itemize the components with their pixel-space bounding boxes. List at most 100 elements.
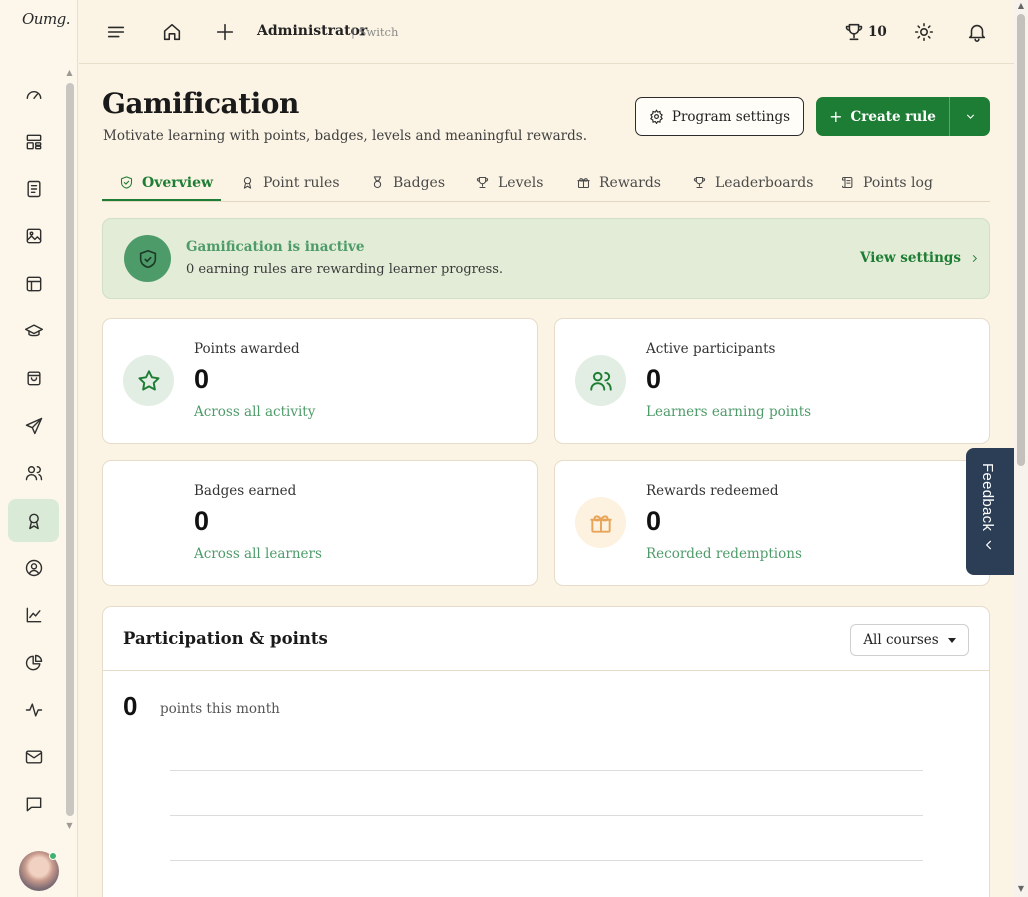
sidebar-item-templates[interactable] — [8, 262, 59, 305]
sidebar-item-activity[interactable] — [8, 688, 59, 731]
sidebar-scroll-thumb[interactable] — [66, 83, 74, 816]
scroll-down-arrow-icon[interactable]: ▼ — [1016, 884, 1026, 893]
menu-toggle-button[interactable] — [104, 20, 128, 44]
page-scroll-thumb[interactable] — [1017, 14, 1025, 466]
scroll-up-arrow-icon[interactable]: ▲ — [1016, 1, 1026, 10]
tab-overview[interactable]: Overview — [119, 163, 213, 202]
sidebar-item-content[interactable] — [8, 167, 59, 210]
sidebar-item-analytics[interactable] — [8, 593, 59, 636]
shield-check-icon — [139, 249, 156, 268]
medal-icon — [373, 176, 382, 189]
top-bar: Administrator | Switch 10 — [79, 0, 1014, 64]
dashboard-gauge-icon — [26, 90, 41, 99]
program-settings-label: Program settings — [671, 108, 791, 125]
tab-leaderboards[interactable]: Leaderboards — [692, 163, 813, 202]
trophy-count: 10 — [868, 24, 887, 40]
caret-down-icon — [947, 637, 956, 643]
courses-filter-value: All courses — [863, 632, 939, 648]
page-title: Gamification — [102, 87, 299, 120]
chat-icon — [26, 796, 41, 811]
gift-icon — [589, 514, 612, 533]
tab-points-log[interactable]: Points log — [840, 163, 933, 202]
trophy-button[interactable] — [842, 20, 866, 44]
stat-caption: Recorded redemptions — [646, 546, 802, 562]
award-icon — [28, 513, 39, 529]
tab-point-rules[interactable]: Point rules — [240, 163, 340, 202]
sidebar-item-campaigns[interactable] — [8, 404, 59, 447]
shopping-bag-icon — [26, 370, 41, 385]
graduation-cap-icon — [24, 323, 43, 336]
stat-icon-circle — [575, 355, 626, 406]
panel-header: Participation & points All courses — [103, 607, 989, 671]
create-rule-button[interactable]: + Create rule — [816, 97, 949, 136]
notifications-button[interactable] — [965, 20, 989, 44]
stat-icon-circle — [123, 355, 174, 406]
tab-label: Points log — [863, 174, 933, 191]
feedback-label: Feedback — [979, 463, 996, 532]
feedback-tab[interactable]: Feedback — [966, 448, 1014, 575]
sidebar-item-profile[interactable] — [8, 546, 59, 589]
courses-filter-select[interactable]: All courses — [850, 624, 969, 656]
sidebar-item-gamification[interactable] — [8, 499, 59, 542]
view-settings-link[interactable]: View settings — [860, 250, 980, 266]
tab-badges[interactable]: Badges — [370, 163, 445, 202]
sidebar: Oumg. ▲ ▼ — [0, 0, 78, 897]
users-icon — [25, 465, 42, 480]
stat-label: Points awarded — [194, 341, 300, 357]
stat-card-badges-earned: Badges earned 0 Across all learners — [102, 460, 538, 586]
theme-toggle-button[interactable] — [912, 20, 936, 44]
trophy-icon — [476, 176, 489, 189]
badge-icon — [123, 497, 174, 548]
tab-label: Leaderboards — [715, 174, 814, 191]
app-logo[interactable]: Oumg. — [22, 10, 71, 28]
tab-rewards[interactable]: Rewards — [576, 163, 661, 202]
sidebar-scrollbar[interactable]: ▲ ▼ — [65, 68, 74, 833]
scroll-down-arrow-icon[interactable]: ▼ — [65, 821, 74, 830]
stat-caption: Across all learners — [194, 546, 322, 562]
page-scrollbar[interactable]: ▲ ▼ — [1014, 0, 1028, 897]
document-list-icon — [26, 180, 41, 197]
create-rule-dropdown-toggle[interactable] — [950, 97, 990, 136]
scroll-up-arrow-icon[interactable]: ▲ — [65, 68, 74, 77]
pie-chart-icon — [25, 654, 42, 670]
stat-value: 0 — [646, 506, 662, 536]
star-icon — [137, 369, 160, 391]
sidebar-item-users[interactable] — [8, 451, 59, 494]
home-icon — [163, 23, 181, 41]
mail-icon — [25, 749, 42, 764]
tab-levels[interactable]: Levels — [475, 163, 543, 202]
sidebar-item-reports[interactable] — [8, 641, 59, 684]
scroll-icon — [841, 176, 853, 189]
status-banner: Gamification is inactive 0 earning rules… — [102, 218, 990, 299]
online-status-dot — [49, 852, 57, 860]
active-tab-indicator — [102, 199, 221, 201]
stat-card-points-awarded: Points awarded 0 Across all activity — [102, 318, 538, 444]
tab-label: Levels — [498, 174, 544, 191]
tab-label: Overview — [142, 174, 214, 191]
plus-icon — [216, 23, 234, 41]
send-icon — [25, 417, 42, 434]
sidebar-item-dashboard[interactable] — [8, 73, 59, 116]
template-icon — [26, 276, 41, 291]
image-icon — [26, 228, 41, 243]
users-icon — [589, 371, 612, 391]
home-button[interactable] — [160, 20, 184, 44]
add-button[interactable] — [213, 20, 237, 44]
program-settings-button[interactable]: Program settings — [635, 97, 804, 136]
page-subtitle: Motivate learning with points, badges, l… — [103, 128, 587, 144]
stat-label: Badges earned — [194, 483, 297, 499]
switch-role-link[interactable]: | Switch — [351, 25, 398, 39]
create-rule-label: Create rule — [850, 108, 936, 125]
chart-gridline — [170, 770, 923, 771]
layout-grid-icon — [26, 134, 41, 149]
sidebar-item-store[interactable] — [8, 356, 59, 399]
banner-icon-circle — [124, 235, 171, 282]
sidebar-item-mail[interactable] — [8, 735, 59, 778]
tab-label: Point rules — [263, 174, 340, 191]
sidebar-item-courses[interactable] — [8, 309, 59, 352]
sidebar-item-media[interactable] — [8, 214, 59, 257]
sidebar-item-messages[interactable] — [8, 782, 59, 825]
sidebar-item-layouts[interactable] — [8, 120, 59, 163]
line-chart-icon — [26, 607, 41, 622]
stat-label: Active participants — [646, 341, 776, 357]
